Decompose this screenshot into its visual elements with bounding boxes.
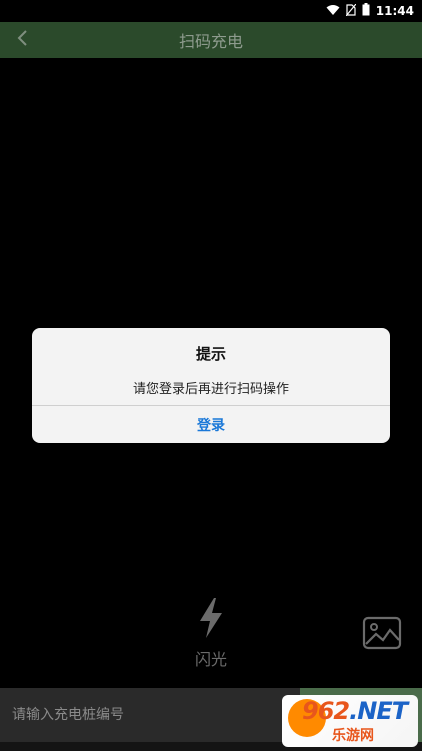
album-button[interactable] (362, 616, 402, 652)
dialog-message: 请您登录后再进行扫码操作 (132, 382, 289, 397)
charger-code-input[interactable] (0, 688, 300, 742)
battery-icon (362, 3, 370, 19)
flash-toggle[interactable]: 闪光 (185, 598, 237, 670)
watermark-tagline: 乐游网 (332, 728, 374, 744)
chevron-left-icon (16, 29, 28, 51)
login-prompt-dialog: 提示 请您登录后再进行扫码操作 登录 (32, 328, 390, 443)
status-bar: 11:44 (0, 0, 422, 22)
watermark-logo: 962.NET 乐游网 (282, 695, 418, 747)
login-button[interactable]: 登录 (32, 406, 390, 443)
image-icon (362, 616, 402, 656)
flash-label: 闪光 (194, 650, 227, 669)
back-button[interactable] (8, 25, 36, 55)
dialog-title: 提示 (195, 345, 226, 363)
watermark-brand: 962.NET (302, 697, 408, 725)
nav-bar: 扫码充电 (0, 22, 422, 58)
lightning-icon (198, 598, 224, 642)
status-time: 11:44 (375, 4, 414, 18)
wifi-icon (326, 4, 340, 19)
no-sim-icon (345, 3, 357, 19)
page-title: 扫码充电 (178, 32, 243, 51)
